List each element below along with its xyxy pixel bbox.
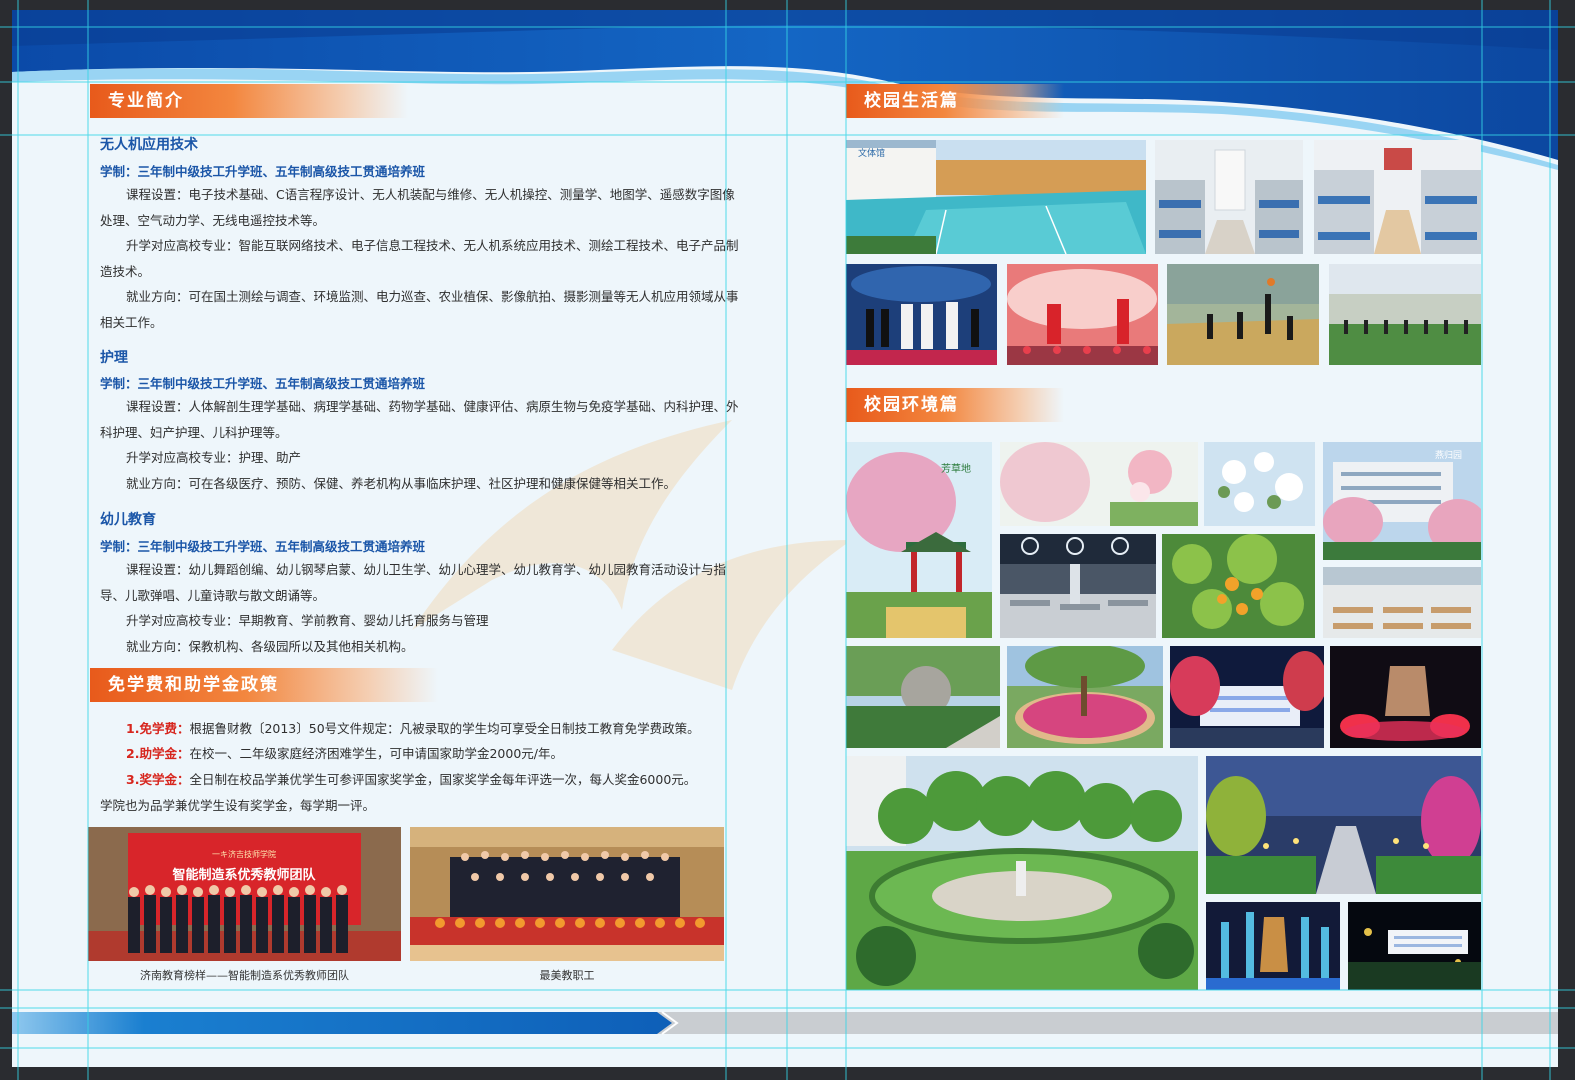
- policy-text: 在校一、二年级家庭经济困难学生，可申请国家助学金2000元/年。: [189, 746, 563, 761]
- photo-stage-dance: [1007, 264, 1158, 365]
- section-title: 免学费和助学金政策: [108, 675, 279, 695]
- photo-night-building: [1170, 646, 1324, 748]
- policy-text: 全日制在校品学兼优学生可参评国家奖学金，国家奖学金每年评选一次，每人奖金6000…: [189, 772, 697, 787]
- policy-text: 根据鲁财教〔2013〕50号文件规定：凡被录取的学生均可享受全日制技工教育免学费…: [189, 721, 700, 736]
- section-banner-tuition-policy: 免学费和助学金政策: [90, 668, 438, 702]
- photo-sign-culture: 文体馆: [858, 147, 885, 159]
- photo-basketball: [1167, 264, 1319, 365]
- program-title-nursing: 护理: [100, 350, 128, 366]
- photo-sports-court: 文体馆: [846, 140, 1146, 254]
- program-system-nursing: 学制：三年制中级技工升学班、五年制高级技工贯通培养班: [100, 376, 426, 391]
- photo-fountain-lights: [1206, 902, 1340, 990]
- photo-sign-yanguo: 燕归园: [1435, 449, 1462, 461]
- section-banner-program-intro: 专业简介: [90, 84, 408, 118]
- photo-white-blossom: [1204, 442, 1315, 526]
- photo-blossom: [1000, 442, 1198, 526]
- program-paragraph: 课程设置：人体解剖生理学基础、病理学基础、药物学基础、健康评估、病原生物与免疫学…: [100, 399, 739, 440]
- photo-sign-fangcao: 芳草地: [941, 462, 971, 475]
- photo-sign-school: 一キ济吉技师学院: [212, 849, 276, 859]
- photo-night-walkway: [1206, 756, 1481, 894]
- photo-orange-tree: [1162, 534, 1315, 638]
- brochure-sheet: 专业简介 无人机应用技术 学制：三年制中级技工升学班、五年制高级技工贯通培养班 …: [12, 10, 1558, 1067]
- photo-teacher-team: 一キ济吉技师学院 智能制造系优秀教师团队: [88, 827, 401, 961]
- policy-item-scholarship: 3.奖学金：全日制在校品学兼优学生可参评国家奖学金，国家奖学金每年评选一次，每人…: [100, 767, 740, 792]
- bottom-decoration-bar: [12, 1011, 1558, 1035]
- policy-label: 2.助学金：: [126, 746, 190, 761]
- program-system-preschool: 学制：三年制中级技工升学班、五年制高级技工贯通培养班: [100, 539, 426, 554]
- program-title-preschool: 幼儿教育: [100, 512, 156, 528]
- section-title: 校园生活篇: [864, 91, 959, 111]
- photo-cafeteria: [1000, 534, 1156, 638]
- photo-rock-garden: [846, 646, 1000, 748]
- policy-item-grant: 2.助学金：在校一、二年级家庭经济困难学生，可申请国家助学金2000元/年。: [100, 741, 740, 766]
- photo-sign-main: 智能制造系优秀教师团队: [172, 867, 316, 883]
- photo-flower-bed: [1007, 646, 1163, 748]
- program-title-drone: 无人机应用技术: [100, 137, 198, 153]
- policy-extra-note: 学院也为品学兼优学生设有奖学金，每学期一评。: [100, 798, 376, 813]
- photo-caption: 最美教职工: [539, 969, 595, 982]
- policy-label: 1.免学费：: [126, 721, 190, 736]
- photo-building-blossom: 燕归园: [1323, 442, 1481, 560]
- photo-library: [1323, 567, 1481, 638]
- program-paragraph: 升学对应高校专业：护理、助产: [126, 450, 302, 465]
- photo-dorm-2: [1314, 140, 1481, 254]
- section-banner-campus-environment: 校园环境篇: [846, 388, 1064, 422]
- program-paragraph: 就业方向：保教机构、各级园所以及其他相关机构。: [126, 639, 414, 654]
- photo-cherry-pavilion: 芳草地: [846, 442, 992, 638]
- program-paragraph: 课程设置：幼儿舞蹈创编、幼儿钢琴启蒙、幼儿卫生学、幼儿心理学、幼儿教育学、幼儿园…: [100, 562, 727, 603]
- photo-caption: 济南教育榜样——智能制造系优秀教师团队: [140, 969, 349, 982]
- section-banner-campus-life: 校园生活篇: [846, 84, 1064, 118]
- photo-exercise-field: [1329, 264, 1481, 365]
- photo-fountain-night: [1330, 646, 1481, 748]
- photo-staff-group: [410, 827, 724, 961]
- policy-item-tuition-free: 1.免学费：根据鲁财教〔2013〕50号文件规定：凡被录取的学生均可享受全日制技…: [100, 716, 740, 741]
- photo-night-campus: [1348, 902, 1481, 990]
- section-title: 专业简介: [108, 91, 184, 111]
- photo-dorm-1: [1155, 140, 1303, 254]
- program-paragraph: 就业方向：可在各级医疗、预防、保健、养老机构从事临床护理、社区护理和健康保健等相…: [126, 476, 677, 491]
- program-paragraph: 升学对应高校专业：早期教育、学前教育、婴幼儿托育服务与管理: [126, 613, 489, 628]
- program-system-drone: 学制：三年制中级技工升学班、五年制高级技工贯通培养班: [100, 164, 426, 179]
- photo-stage-choir: [846, 264, 997, 365]
- program-paragraph: 课程设置：电子技术基础、C语言程序设计、无人机装配与维修、无人机操控、测量学、地…: [100, 187, 735, 228]
- photo-garden-maze: [846, 756, 1198, 990]
- program-paragraph: 升学对应高校专业：智能互联网络技术、电子信息工程技术、无人机系统应用技术、测绘工…: [100, 238, 739, 279]
- program-paragraph: 就业方向：可在国土测绘与调查、环境监测、电力巡查、农业植保、影像航拍、摄影测量等…: [100, 289, 739, 330]
- policy-label: 3.奖学金：: [126, 772, 190, 787]
- section-title: 校园环境篇: [864, 395, 959, 415]
